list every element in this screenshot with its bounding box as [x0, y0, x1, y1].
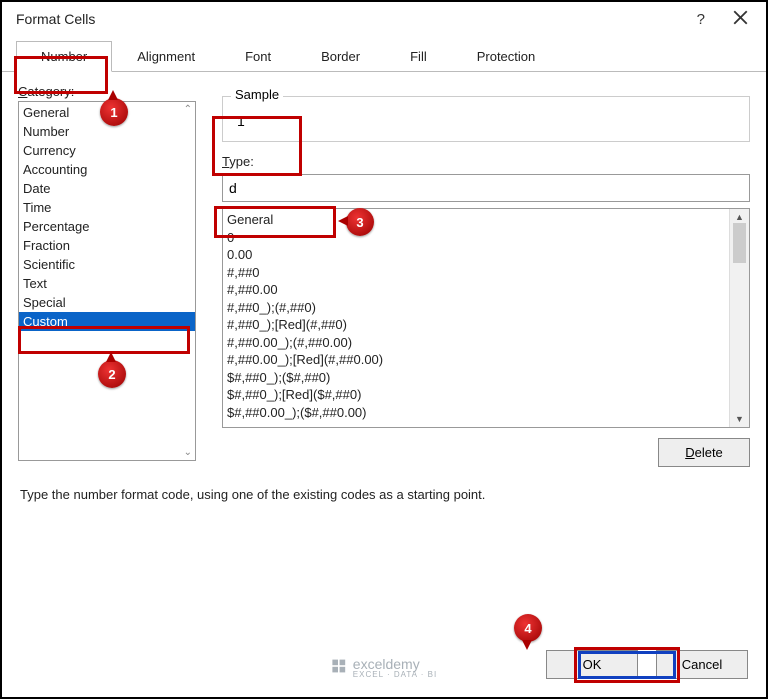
- hint-text: Type the number format code, using one o…: [2, 487, 766, 502]
- category-item-text[interactable]: Text: [19, 274, 195, 293]
- left-panel: Category: ⌃ General Number Currency Acco…: [18, 84, 214, 467]
- type-item[interactable]: #,##0.00_);(#,##0.00): [227, 334, 725, 352]
- type-item[interactable]: #,##0.00_);[Red](#,##0.00): [227, 351, 725, 369]
- sample-label: Sample: [231, 87, 283, 102]
- titlebar-controls: ?: [697, 10, 748, 28]
- tab-fill[interactable]: Fill: [385, 41, 452, 72]
- category-item-fraction[interactable]: Fraction: [19, 236, 195, 255]
- annotation-num-4: 4: [514, 614, 542, 642]
- footer-buttons: OK Cancel: [546, 650, 748, 679]
- sample-box: Sample 1: [222, 96, 750, 142]
- type-item[interactable]: #,##0.00: [227, 281, 725, 299]
- category-list[interactable]: ⌃ General Number Currency Accounting Dat…: [18, 101, 196, 461]
- tab-bar: Number Alignment Font Border Fill Protec…: [2, 40, 766, 72]
- type-scrollbar[interactable]: ▲ ▼: [729, 209, 749, 427]
- watermark-logo-icon: [331, 658, 347, 677]
- category-item-date[interactable]: Date: [19, 179, 195, 198]
- type-item[interactable]: #,##0: [227, 264, 725, 282]
- tab-protection[interactable]: Protection: [452, 41, 561, 72]
- category-label: Category:: [18, 84, 214, 99]
- scroll-down-icon[interactable]: ▼: [735, 411, 744, 427]
- type-item[interactable]: General: [227, 211, 725, 229]
- titlebar: Format Cells ?: [2, 2, 766, 30]
- type-item[interactable]: $#,##0_);($#,##0): [227, 369, 725, 387]
- type-list[interactable]: General 0 0.00 #,##0 #,##0.00 #,##0_);(#…: [222, 208, 750, 428]
- type-item[interactable]: $#,##0.00_);($#,##0.00): [227, 404, 725, 422]
- cancel-button[interactable]: Cancel: [656, 650, 748, 679]
- category-item-time[interactable]: Time: [19, 198, 195, 217]
- type-label: Type:: [222, 154, 750, 169]
- type-item[interactable]: 0: [227, 229, 725, 247]
- delete-button[interactable]: Delete: [658, 438, 750, 467]
- tab-border[interactable]: Border: [296, 41, 385, 72]
- type-item[interactable]: #,##0_);(#,##0): [227, 299, 725, 317]
- category-items: General Number Currency Accounting Date …: [19, 102, 195, 331]
- type-item[interactable]: #,##0_);[Red](#,##0): [227, 316, 725, 334]
- chevron-down-icon[interactable]: ⌄: [184, 447, 192, 458]
- content: Category: ⌃ General Number Currency Acco…: [2, 72, 766, 467]
- sample-value: 1: [235, 107, 737, 129]
- watermark: exceldemy EXCEL · DATA · BI: [331, 656, 437, 679]
- ok-button[interactable]: OK: [546, 650, 638, 679]
- scroll-thumb[interactable]: [733, 223, 746, 263]
- type-item[interactable]: 0.00: [227, 246, 725, 264]
- type-items: General 0 0.00 #,##0 #,##0.00 #,##0_);(#…: [223, 209, 729, 427]
- category-item-custom[interactable]: Custom: [19, 312, 195, 331]
- category-item-special[interactable]: Special: [19, 293, 195, 312]
- category-item-general[interactable]: General: [19, 103, 195, 122]
- type-item[interactable]: $#,##0_);[Red]($#,##0): [227, 386, 725, 404]
- close-icon[interactable]: [733, 10, 748, 28]
- category-item-scientific[interactable]: Scientific: [19, 255, 195, 274]
- right-panel: Sample 1 Type: General 0 0.00 #,##0 #,##…: [214, 84, 750, 467]
- category-item-currency[interactable]: Currency: [19, 141, 195, 160]
- watermark-text: exceldemy EXCEL · DATA · BI: [353, 656, 437, 679]
- window-title: Format Cells: [16, 11, 95, 27]
- tab-number[interactable]: Number: [16, 41, 112, 72]
- type-input[interactable]: [222, 174, 750, 202]
- category-item-number[interactable]: Number: [19, 122, 195, 141]
- help-icon[interactable]: ?: [697, 11, 705, 28]
- tab-font[interactable]: Font: [220, 41, 296, 72]
- tab-alignment[interactable]: Alignment: [112, 41, 220, 72]
- category-item-percentage[interactable]: Percentage: [19, 217, 195, 236]
- category-item-accounting[interactable]: Accounting: [19, 160, 195, 179]
- chevron-up-icon[interactable]: ⌃: [184, 104, 192, 115]
- delete-row: Delete: [222, 438, 750, 467]
